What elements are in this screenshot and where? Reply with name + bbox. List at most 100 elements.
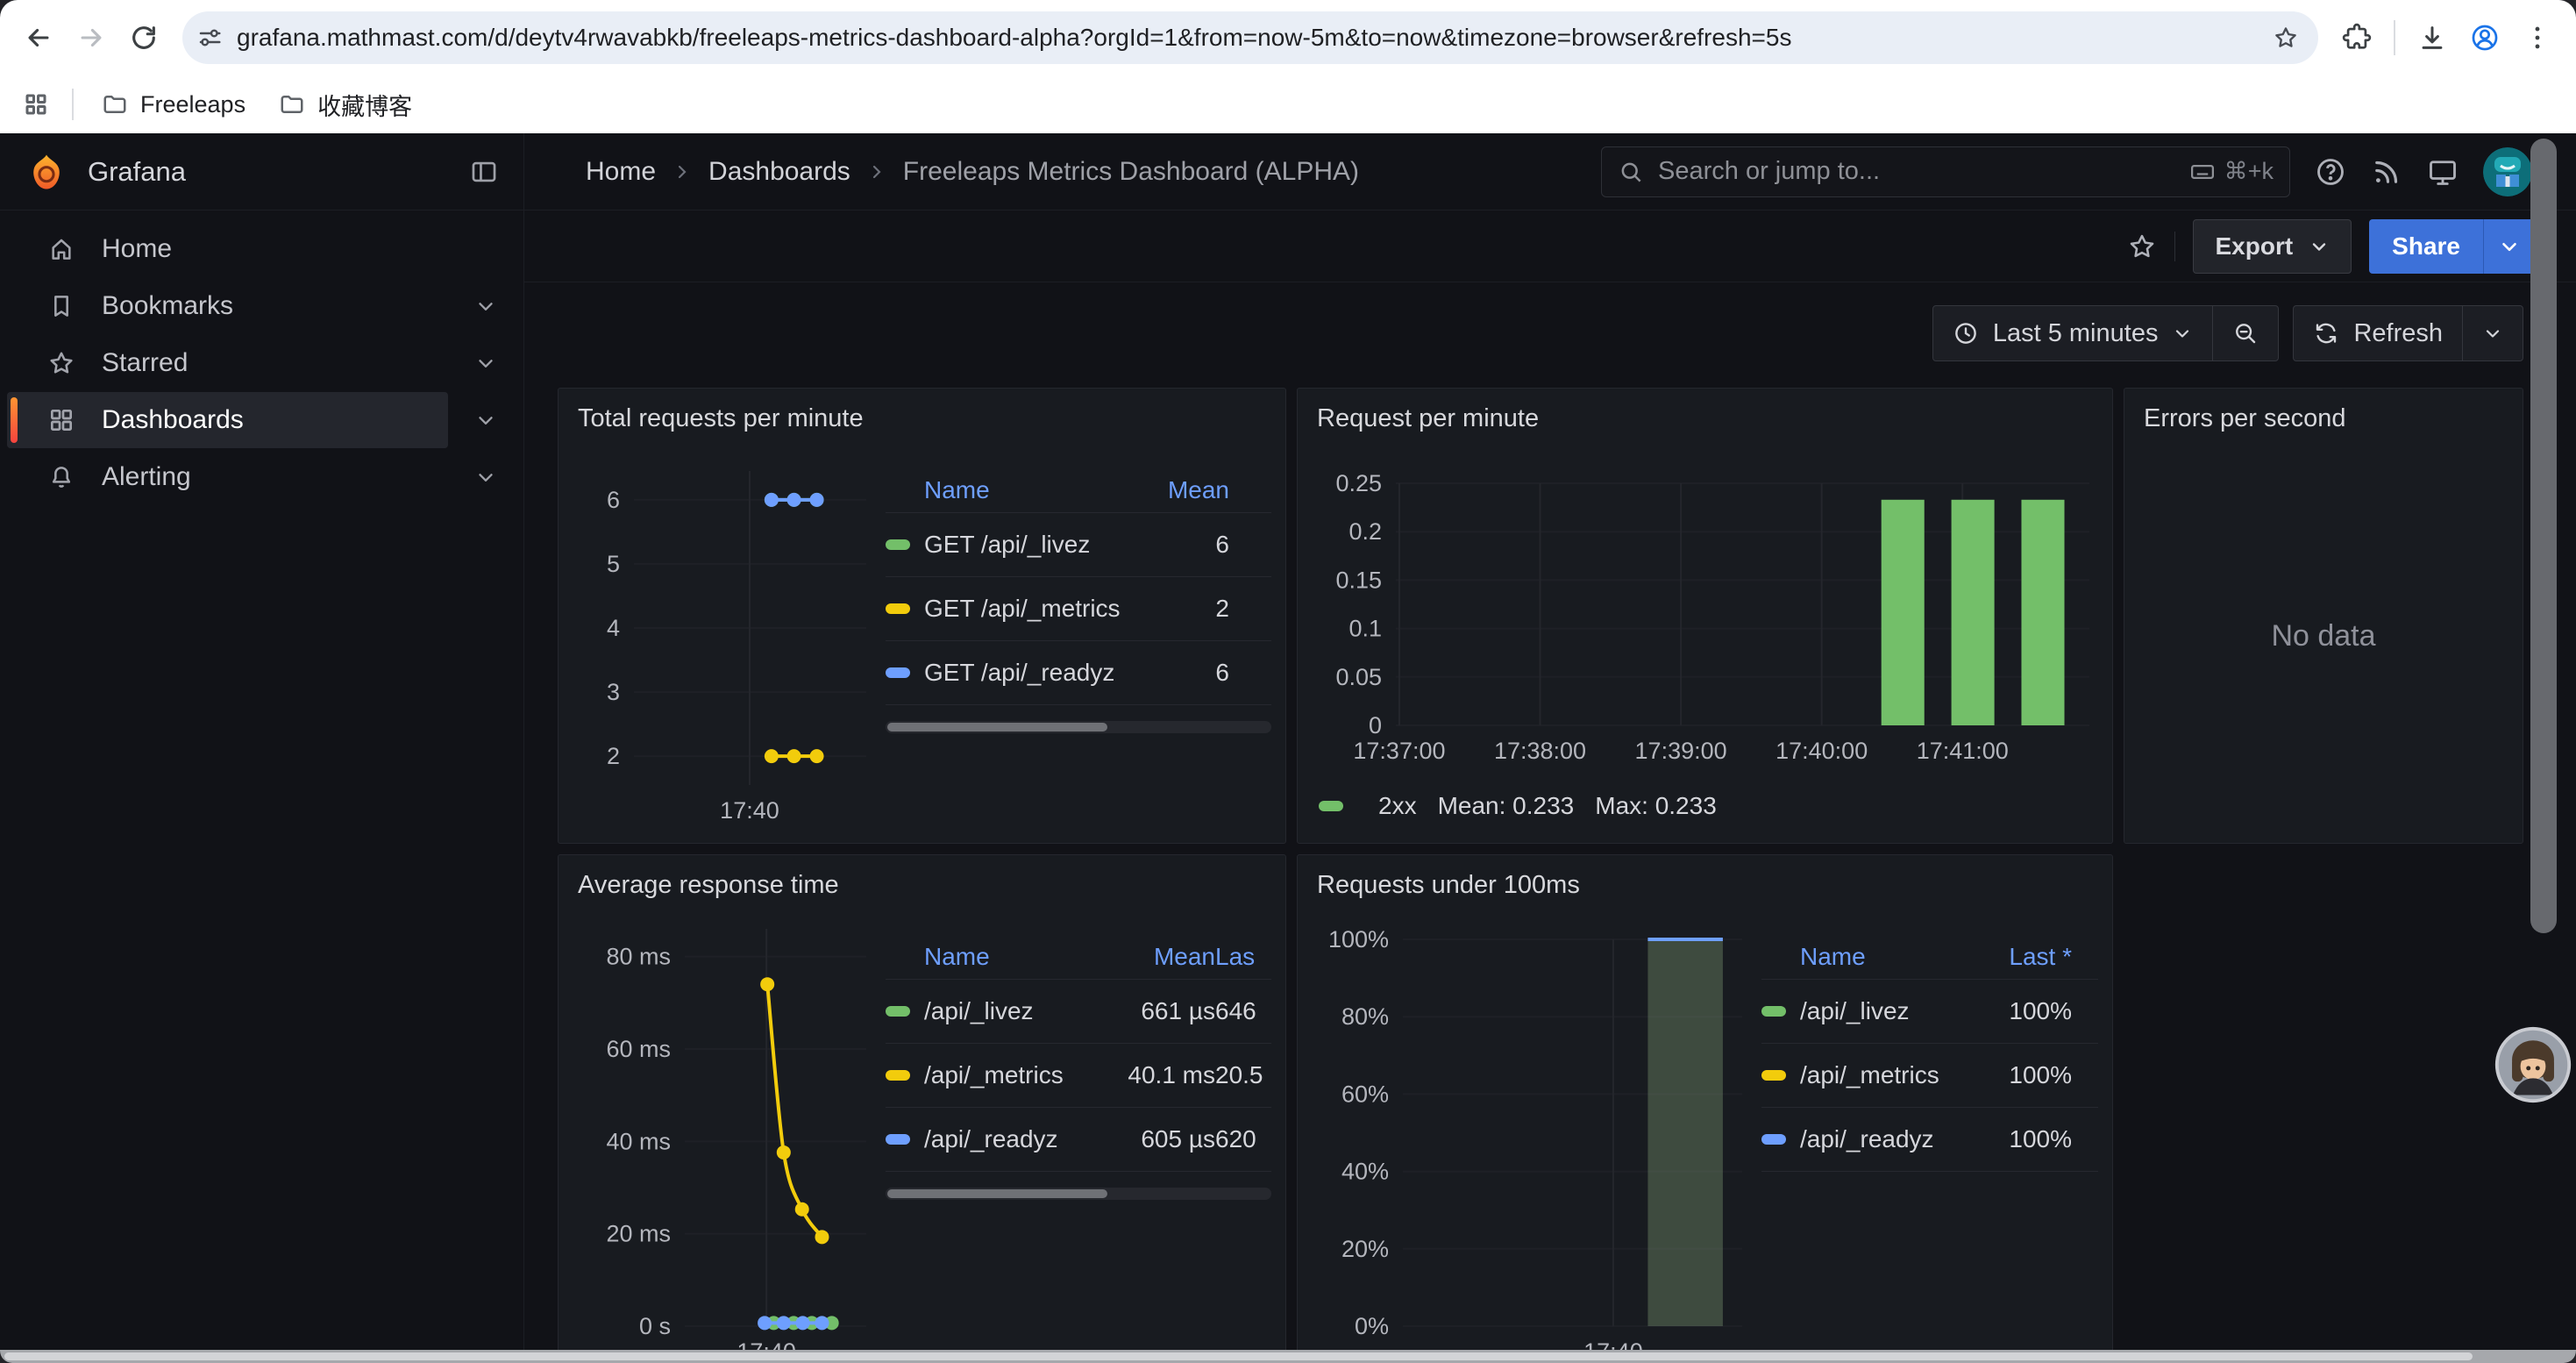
chevron-down-icon [2482, 323, 2503, 344]
bookmark-folder-label: Freeleaps [140, 91, 246, 118]
svg-text:60%: 60% [1341, 1081, 1389, 1107]
svg-text:0: 0 [1369, 712, 1382, 739]
address-bar[interactable] [182, 11, 2318, 64]
bookmark-folder-freeleaps[interactable]: Freeleaps [88, 86, 260, 124]
header-actions: ⌘+k [1601, 146, 2576, 197]
panel-errors-per-second: Errors per second No data [2124, 388, 2523, 844]
panel-request-per-minute: Request per minute 0.250.20.150.10.05017… [1297, 388, 2113, 844]
legend-item[interactable]: /api/_readyz605 µs620 [886, 1108, 1271, 1172]
legend-item[interactable]: GET /api/_readyz6 [886, 641, 1271, 705]
legend-item[interactable]: /api/_metrics100% [1761, 1044, 2098, 1108]
legend-table: NameMeanGET /api/_livez6GET /api/_metric… [886, 441, 1271, 831]
legend-header[interactable]: NameMean [886, 467, 1271, 513]
share-menu-button[interactable] [2483, 219, 2534, 274]
kiosk-monitor-icon[interactable] [2427, 156, 2459, 188]
legend-header[interactable]: NameMeanLas [886, 934, 1271, 980]
panel-total-requests-per-minute: Total requests per minute 6543217:40 Nam… [558, 388, 1286, 844]
bookmarks-bar: Freeleaps 收藏博客 [0, 75, 2576, 133]
panel-title[interactable]: Total requests per minute [578, 403, 1271, 434]
panel-title[interactable]: Errors per second [2144, 403, 2508, 434]
panel-title[interactable]: Requests under 100ms [1317, 869, 2098, 901]
legend-scrollbar[interactable] [886, 721, 1271, 733]
legend-item[interactable]: /api/_livez661 µs646 [886, 980, 1271, 1044]
refresh-button[interactable]: Refresh [2294, 306, 2462, 360]
downloads-icon[interactable] [2408, 13, 2457, 62]
legend-stat: Mean: 0.233 [1438, 792, 1575, 820]
legend-table: NameLast */api/_livez100%/api/_metrics10… [1761, 908, 2098, 1363]
chevron-down-icon[interactable] [448, 449, 523, 505]
user-avatar[interactable] [2483, 147, 2532, 196]
grafana-app: Grafana Home Dashboards Freeleaps Metric… [0, 133, 2576, 1363]
legend-item[interactable]: GET /api/_metrics2 [886, 577, 1271, 641]
legend-inline[interactable]: 2xx Mean: 0.233 Max: 0.233 [1312, 781, 2098, 831]
legend-item[interactable]: /api/_livez100% [1761, 980, 2098, 1044]
svg-text:17:40:00: 17:40:00 [1775, 738, 1868, 764]
sidebar-item-alerting[interactable]: Alerting [0, 449, 523, 505]
series-color-chip [886, 1006, 910, 1017]
panel-requests-under-100ms: Requests under 100ms 100%80%60%40%20%0%1… [1297, 854, 2113, 1363]
legend-scrollbar[interactable] [886, 1188, 1271, 1200]
time-range-picker[interactable]: Last 5 minutes [1933, 306, 2213, 360]
panel-average-response-time: Average response time 80 ms60 ms40 ms20 … [558, 854, 1286, 1363]
profile-avatar-icon[interactable] [2460, 13, 2509, 62]
search-box[interactable]: ⌘+k [1601, 146, 2290, 197]
breadcrumb-dashboards[interactable]: Dashboards [708, 157, 850, 187]
refresh-interval-button[interactable] [2463, 306, 2523, 360]
sidebar-item-home[interactable]: Home [0, 221, 523, 277]
news-rss-icon[interactable] [2371, 156, 2402, 188]
breadcrumb-home[interactable]: Home [586, 157, 656, 187]
apps-grid-icon[interactable] [14, 82, 58, 126]
legend-stat: Max: 0.233 [1595, 792, 1717, 820]
sidebar-toggle-icon[interactable] [469, 157, 499, 187]
zoom-out-icon [2232, 320, 2259, 346]
requests-under-100ms-chart[interactable]: 100%80%60%40%20%0%17:40 [1312, 908, 1749, 1363]
folder-icon [102, 91, 128, 118]
site-settings-icon[interactable] [189, 18, 230, 58]
sidebar-item-label: Alerting [102, 462, 191, 492]
share-button[interactable]: Share [2369, 219, 2483, 274]
legend-series-name[interactable]: 2xx [1378, 792, 1417, 820]
forward-icon[interactable] [67, 13, 116, 62]
total-requests-chart[interactable]: 6543217:40 [573, 441, 873, 831]
horizontal-scrollbar[interactable] [0, 1350, 2576, 1363]
chevron-down-icon [2309, 236, 2330, 257]
extensions-icon[interactable] [2332, 13, 2381, 62]
sidebar-nav: Home Bookmarks Starred [0, 211, 524, 1363]
reload-icon[interactable] [119, 13, 168, 62]
search-input[interactable] [1656, 156, 2177, 187]
chevron-down-icon[interactable] [448, 392, 523, 448]
panel-title[interactable]: Request per minute [1317, 403, 2098, 434]
sidebar-item-starred[interactable]: Starred [0, 335, 523, 391]
request-per-minute-chart[interactable]: 0.250.20.150.10.05017:37:0017:38:0017:39… [1312, 441, 2098, 781]
url-input[interactable] [230, 24, 2266, 52]
legend-item[interactable]: /api/_metrics40.1 ms20.5 r [886, 1044, 1271, 1108]
sidebar-item-bookmarks[interactable]: Bookmarks [0, 278, 523, 334]
svg-text:5: 5 [607, 551, 620, 577]
panel-title[interactable]: Average response time [578, 869, 1271, 901]
no-data-message: No data [2138, 441, 2508, 831]
bookmark-star-icon[interactable] [2266, 18, 2306, 58]
bookmark-folder-blogs[interactable]: 收藏博客 [265, 82, 426, 127]
avg-response-time-chart[interactable]: 80 ms60 ms40 ms20 ms0 s17:40 [573, 908, 873, 1363]
vertical-scrollbar[interactable] [2530, 139, 2557, 933]
legend-header[interactable]: NameLast * [1761, 934, 2098, 980]
horizontal-scrollbar-thumb[interactable] [4, 1352, 2473, 1360]
star-dashboard-icon[interactable] [2127, 232, 2157, 261]
time-controls: Last 5 minutes Refresh [558, 305, 2523, 361]
grafana-logo-icon[interactable] [26, 152, 67, 192]
breadcrumb-current: Freeleaps Metrics Dashboard (ALPHA) [903, 157, 1359, 187]
empty-grid-cell [2124, 854, 2523, 1363]
sidebar-item-dashboards[interactable]: Dashboards [0, 392, 523, 448]
help-icon[interactable] [2315, 156, 2346, 188]
back-icon[interactable] [14, 13, 63, 62]
browser-menu-icon[interactable] [2513, 13, 2562, 62]
dashboard-main: Export Share [524, 211, 2576, 1363]
legend-item[interactable]: GET /api/_livez6 [886, 513, 1271, 577]
sidebar-item-label: Dashboards [102, 405, 244, 435]
chevron-down-icon[interactable] [448, 278, 523, 334]
assistant-avatar[interactable] [2493, 1024, 2573, 1105]
zoom-out-button[interactable] [2213, 306, 2278, 360]
export-button[interactable]: Export [2193, 219, 2352, 274]
legend-item[interactable]: /api/_readyz100% [1761, 1108, 2098, 1172]
chevron-down-icon[interactable] [448, 335, 523, 391]
